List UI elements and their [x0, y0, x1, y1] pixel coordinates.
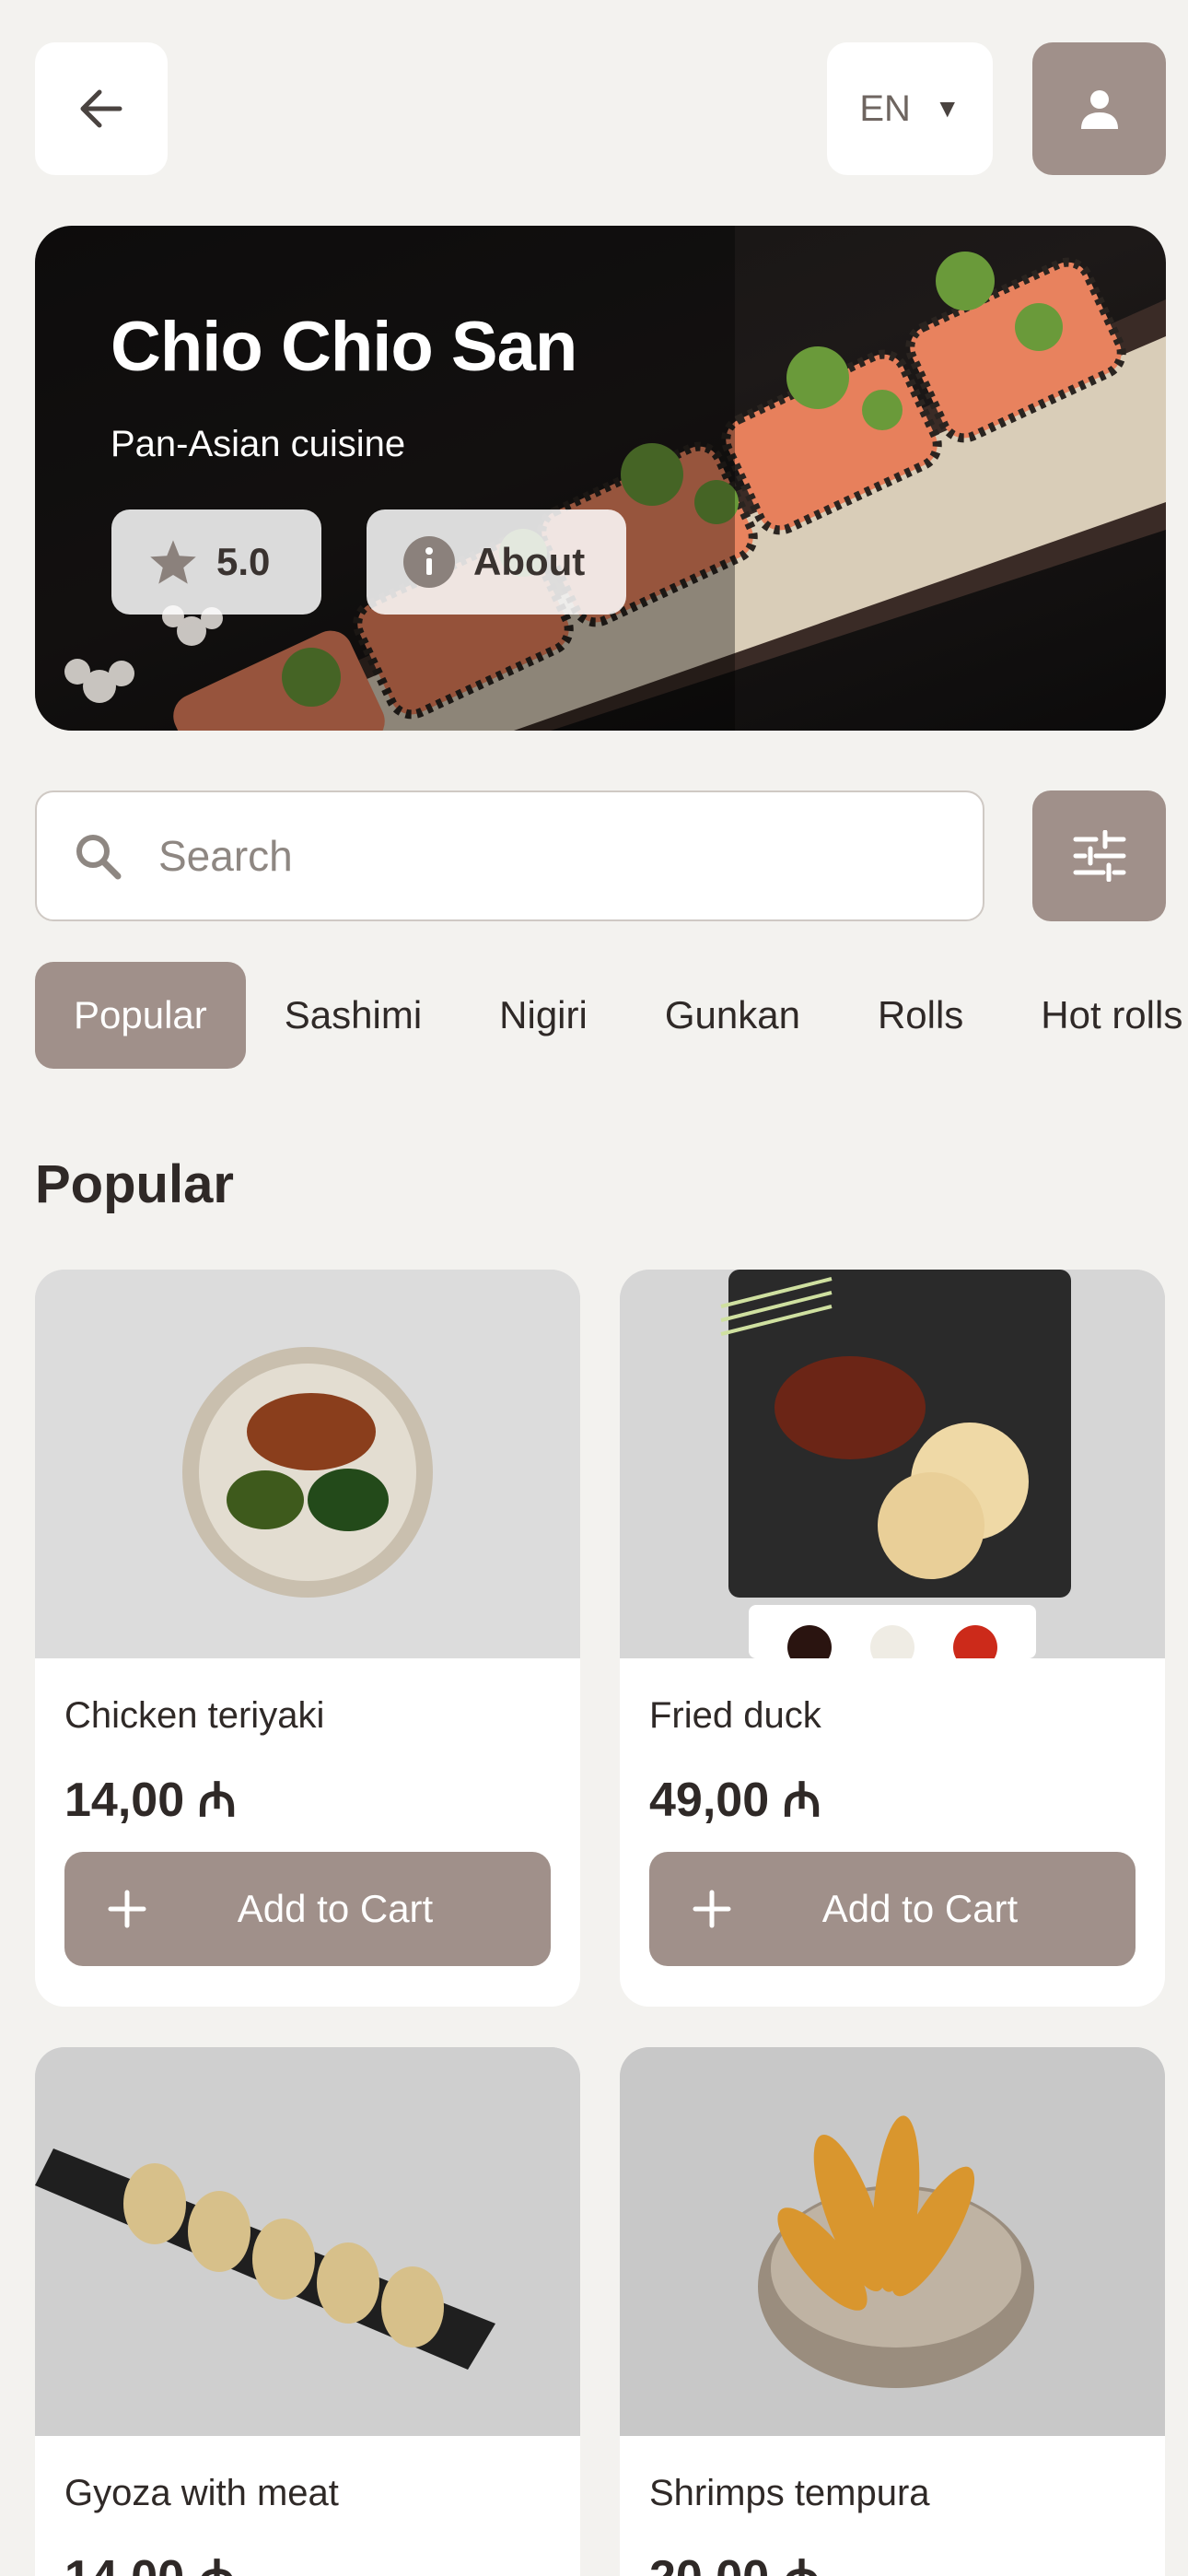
about-button[interactable]: About: [367, 509, 626, 615]
language-value: EN: [859, 88, 911, 129]
language-selector[interactable]: EN ▼: [827, 42, 993, 175]
filter-button[interactable]: [1032, 790, 1166, 921]
product-price: 14,00 ₼: [64, 1774, 237, 1827]
star-icon: [150, 540, 196, 584]
product-card[interactable]: Chicken teriyaki 14,00 ₼ Add to Cart: [35, 1270, 580, 2007]
arrow-left-icon: [80, 89, 122, 128]
product-image-fried-duck: [620, 1270, 1165, 1658]
search-input[interactable]: [158, 831, 914, 881]
rating-chip[interactable]: 5.0: [111, 509, 321, 615]
product-price: 49,00 ₼: [649, 1774, 821, 1827]
product-card[interactable]: Gyoza with meat 14,00 ₼: [35, 2047, 580, 2576]
product-name: Chicken teriyaki: [64, 1695, 325, 1736]
tab-hot-rolls[interactable]: Hot rolls: [1002, 962, 1188, 1069]
back-button[interactable]: [35, 42, 168, 175]
product-image-shrimps-tempura: [620, 2047, 1165, 2436]
profile-button[interactable]: [1032, 42, 1166, 175]
product-card[interactable]: Fried duck 49,00 ₼ Add to Cart: [620, 1270, 1165, 2007]
section-title: Popular: [35, 1154, 234, 1214]
product-image-gyoza: [35, 2047, 580, 2436]
product-price: 14,00 ₼: [64, 2543, 237, 2576]
restaurant-name: Chio Chio San: [111, 308, 577, 386]
info-icon: [403, 536, 455, 588]
product-price: 20,00 ₼: [649, 2543, 821, 2576]
tab-popular[interactable]: Popular: [35, 962, 246, 1069]
search-bar[interactable]: [35, 790, 984, 921]
tab-rolls[interactable]: Rolls: [839, 962, 1002, 1069]
add-to-cart-label: Add to Cart: [821, 1887, 1019, 1930]
hero-sashimi-image: [35, 226, 1166, 731]
caret-down-icon: ▼: [934, 94, 961, 123]
about-label: About: [473, 540, 586, 583]
user-icon: [1080, 90, 1118, 129]
restaurant-hero: Chio Chio San Pan-Asian cuisine 5.0 Abou…: [35, 226, 1166, 731]
category-tabs: Popular Sashimi Nigiri Gunkan Rolls Hot …: [35, 962, 1188, 1069]
product-name: Shrimps tempura: [649, 2473, 930, 2513]
product-card[interactable]: Shrimps tempura 20,00 ₼: [620, 2047, 1165, 2576]
tab-sashimi[interactable]: Sashimi: [246, 962, 460, 1069]
add-to-cart-label: Add to Cart: [237, 1887, 434, 1930]
product-image-chicken-teriyaki: [35, 1270, 580, 1658]
rating-value: 5.0: [216, 540, 271, 583]
product-name: Gyoza with meat: [64, 2473, 339, 2513]
sliders-icon: [1073, 830, 1125, 882]
add-to-cart-button[interactable]: Add to Cart: [649, 1852, 1136, 1966]
product-name: Fried duck: [649, 1695, 821, 1736]
tab-gunkan[interactable]: Gunkan: [626, 962, 839, 1069]
tab-nigiri[interactable]: Nigiri: [460, 962, 626, 1069]
restaurant-cuisine: Pan-Asian cuisine: [111, 424, 406, 464]
add-to-cart-button[interactable]: Add to Cart: [64, 1852, 551, 1966]
search-icon: [76, 835, 122, 880]
